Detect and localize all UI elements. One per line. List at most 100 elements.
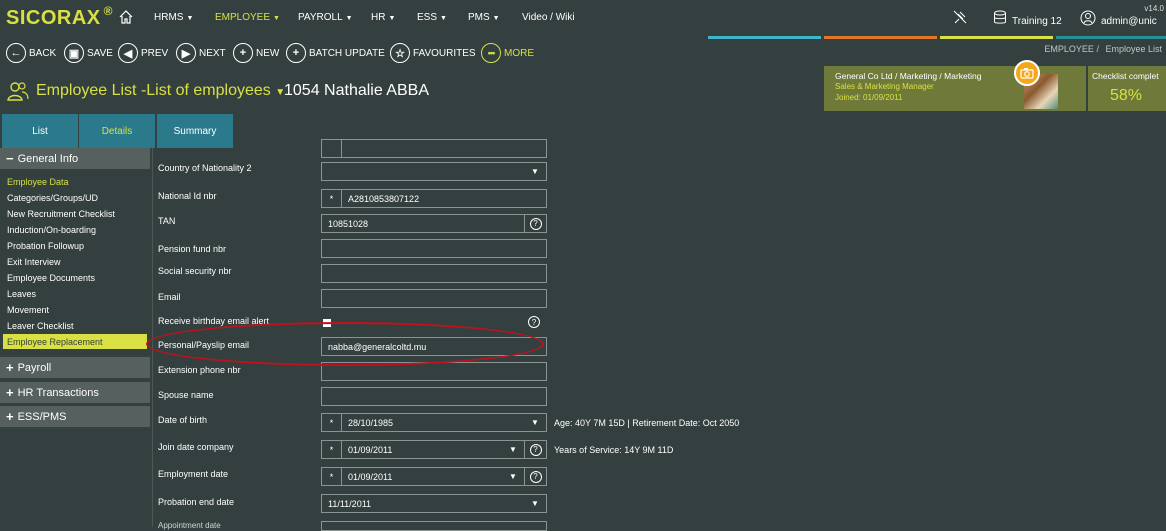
country-nationality-2-label: Country of Nationality 2	[158, 163, 252, 173]
save-button[interactable]: ▣ SAVE	[64, 40, 113, 66]
database-icon[interactable]	[993, 10, 1007, 25]
tan-input[interactable]: 10851028?	[321, 214, 547, 233]
camera-icon[interactable]	[1014, 60, 1040, 86]
plus-icon: +	[6, 360, 14, 375]
sidebar-item-leaves[interactable]: Leaves	[7, 289, 36, 299]
join-date-company-label: Join date company	[158, 442, 234, 452]
sidebar-item-recruitment-checklist[interactable]: New Recruitment Checklist	[7, 209, 115, 219]
sidebar-item-probation-followup[interactable]: Probation Followup	[7, 241, 84, 251]
help-icon[interactable]: ?	[528, 316, 540, 328]
chevron-down-icon: ▼	[531, 418, 539, 427]
back-button[interactable]: ← BACK	[6, 40, 56, 66]
next-button[interactable]: ▶ NEXT	[176, 40, 226, 66]
pin-off-icon[interactable]	[952, 9, 968, 25]
email-input[interactable]	[321, 289, 547, 308]
help-icon[interactable]: ?	[524, 441, 546, 458]
plus-icon: +	[233, 43, 253, 63]
sidebar-item-leaver-checklist[interactable]: Leaver Checklist	[7, 321, 74, 331]
menu-pms[interactable]: PMS ▼	[468, 12, 500, 23]
tab-summary[interactable]: Summary	[157, 114, 233, 148]
sidebar-item-induction[interactable]: Induction/On-boarding	[7, 225, 96, 235]
required-marker: *	[322, 441, 342, 458]
join-date-company-input[interactable]: * 01/09/2011 ▼?	[321, 440, 547, 459]
checklist-percent: 58%	[1110, 87, 1143, 104]
email-label: Email	[158, 292, 181, 302]
form-area: Country of Nationality 2 ▼ National Id n…	[152, 139, 1166, 531]
years-of-service-info: Years of Service: 14Y 9M 11D	[554, 445, 674, 455]
help-icon[interactable]: ?	[524, 215, 546, 232]
sidebar-item-categories[interactable]: Categories/Groups/UD	[7, 193, 98, 203]
required-marker: *	[322, 190, 342, 207]
sidebar-item-employee-replacement[interactable]: Employee Replacement	[3, 334, 147, 349]
page-title[interactable]: Employee List -List of employees ▼	[36, 82, 285, 100]
more-dots-icon: •••	[481, 43, 501, 63]
required-marker: *	[322, 414, 342, 431]
employee-joined: Joined: 01/09/2011	[835, 93, 903, 102]
spouse-name-input[interactable]	[321, 387, 547, 406]
triangle-left-icon: ◀	[118, 43, 138, 63]
appointment-date-input[interactable]	[321, 521, 547, 531]
favourites-button[interactable]: ☆ FAVOURITES	[390, 40, 476, 66]
menu-hr[interactable]: HR ▼	[371, 12, 395, 23]
country-nationality-2-select[interactable]: ▼	[321, 162, 547, 181]
employment-date-label: Employment date	[158, 469, 229, 479]
pension-fund-input[interactable]	[321, 239, 547, 258]
color-bar-cyan	[1056, 36, 1166, 39]
breadcrumb-root[interactable]: EMPLOYEE /	[1044, 44, 1099, 54]
app-logo[interactable]: SICORAX ®	[6, 4, 113, 30]
employment-date-input[interactable]: * 01/09/2011 ▼?	[321, 467, 547, 486]
batch-update-button[interactable]: + BATCH UPDATE	[286, 40, 385, 66]
menu-payroll[interactable]: PAYROLL ▼	[298, 12, 353, 23]
chevron-down-icon: ▼	[531, 167, 539, 176]
menu-video-wiki[interactable]: Video / Wiki	[522, 12, 575, 23]
sidebar-item-employee-data[interactable]: Employee Data	[7, 177, 69, 187]
extension-phone-label: Extension phone nbr	[158, 365, 241, 375]
chevron-down-icon: ▼	[509, 445, 517, 454]
sidebar-item-employee-documents[interactable]: Employee Documents	[7, 273, 95, 283]
checklist-card: Checklist complet 58%	[1088, 66, 1166, 111]
age-info: Age: 40Y 7M 15D | Retirement Date: Oct 2…	[554, 418, 740, 428]
tan-label: TAN	[158, 216, 176, 226]
required-marker: *	[322, 468, 342, 485]
sidebar-section-ess-pms[interactable]: + ESS/PMS	[0, 406, 150, 427]
plus-icon: +	[6, 409, 14, 424]
tabs-bar: List Details Summary	[0, 112, 1166, 148]
home-icon[interactable]	[118, 9, 134, 25]
sidebar-section-general-info[interactable]: − General Info	[0, 148, 150, 169]
partial-input-field[interactable]	[321, 139, 547, 158]
sidebar-item-movement[interactable]: Movement	[7, 305, 49, 315]
tab-list[interactable]: List	[2, 114, 78, 148]
help-icon[interactable]: ?	[524, 468, 546, 485]
pension-fund-label: Pension fund nbr	[158, 244, 227, 254]
date-of-birth-label: Date of birth	[158, 415, 208, 425]
breadcrumb-current: Employee List	[1105, 44, 1162, 54]
menu-hrms[interactable]: HRMS ▼	[154, 12, 193, 23]
more-button[interactable]: ••• MORE	[481, 40, 534, 66]
menu-employee[interactable]: EMPLOYEE ▼	[215, 12, 280, 23]
arrow-left-icon: ←	[6, 43, 26, 63]
new-button[interactable]: + NEW	[233, 40, 279, 66]
employee-card: General Co Ltd / Marketing / Marketing S…	[824, 60, 1086, 111]
appointment-date-label: Appointment date	[158, 521, 221, 530]
tab-details[interactable]: Details	[79, 114, 155, 148]
payslip-email-input[interactable]: nabba@generalcoltd.mu	[321, 337, 547, 356]
user-icon[interactable]	[1080, 10, 1096, 26]
user-label[interactable]: admin@unic	[1101, 16, 1157, 27]
database-label[interactable]: Training 12	[1012, 16, 1062, 27]
sidebar: − General Info Employee Data Categories/G…	[0, 148, 150, 527]
sidebar-section-hr-transactions[interactable]: + HR Transactions	[0, 382, 150, 403]
extension-phone-input[interactable]	[321, 362, 547, 381]
minus-icon: −	[6, 151, 14, 166]
users-icon	[7, 82, 29, 101]
menu-ess[interactable]: ESS ▼	[417, 12, 447, 23]
probation-end-date-input[interactable]: 11/11/2011 ▼	[321, 494, 547, 513]
national-id-input[interactable]: * A2810853807122	[321, 189, 547, 208]
date-of-birth-input[interactable]: * 28/10/1985 ▼	[321, 413, 547, 432]
birthday-alert-toggle[interactable]	[323, 319, 331, 327]
sidebar-section-payroll[interactable]: + Payroll	[0, 357, 150, 378]
sidebar-item-exit-interview[interactable]: Exit Interview	[7, 257, 61, 267]
prev-button[interactable]: ◀ PREV	[118, 40, 168, 66]
probation-end-date-label: Probation end date	[158, 497, 235, 507]
social-security-label: Social security nbr	[158, 266, 232, 276]
social-security-input[interactable]	[321, 264, 547, 283]
